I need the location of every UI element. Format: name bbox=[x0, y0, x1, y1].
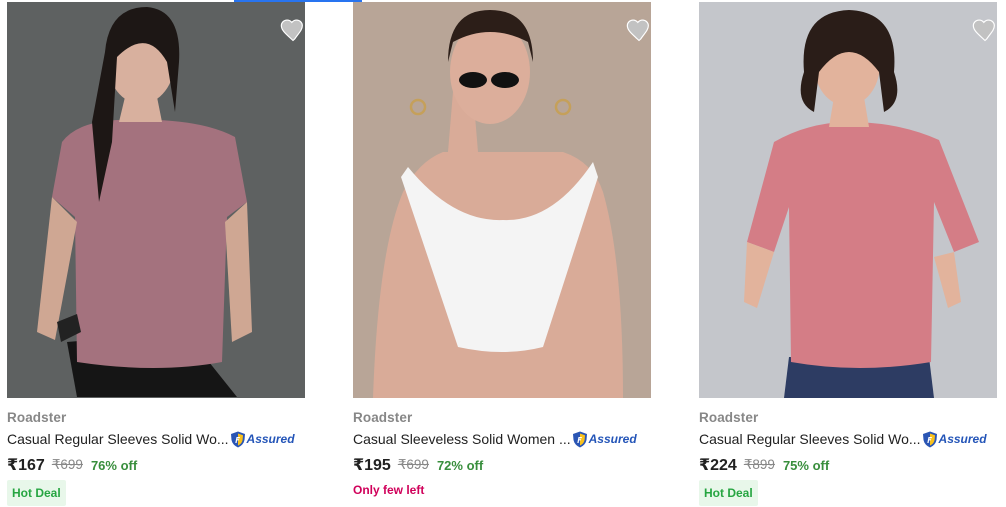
selling-price: ₹195 bbox=[353, 457, 391, 474]
product-card[interactable]: Roadster Casual Sleeveless Solid Women .… bbox=[353, 0, 653, 507]
heart-icon[interactable] bbox=[625, 16, 653, 44]
hot-deal-badge: Hot Deal bbox=[7, 480, 66, 506]
product-card[interactable]: Roadster Casual Regular Sleeves Solid Wo… bbox=[7, 0, 307, 507]
assured-shield-icon bbox=[922, 431, 937, 447]
original-price: ₹699 bbox=[51, 457, 83, 472]
hot-deal-badge: Hot Deal bbox=[699, 480, 758, 506]
assured-shield-icon bbox=[572, 431, 587, 447]
price-row: ₹195 ₹699 72% off bbox=[353, 455, 483, 475]
assured-badge: Assured bbox=[572, 430, 637, 448]
price-row: ₹224 ₹899 75% off bbox=[699, 455, 829, 475]
product-image[interactable] bbox=[353, 2, 651, 398]
product-grid: Roadster Casual Regular Sleeves Solid Wo… bbox=[0, 0, 1006, 507]
assured-badge: Assured bbox=[922, 430, 987, 448]
title-row: Casual Regular Sleeves Solid Wo... Assur… bbox=[7, 430, 295, 448]
title-row: Casual Regular Sleeves Solid Wo... Assur… bbox=[699, 430, 987, 448]
product-title[interactable]: Casual Regular Sleeves Solid Wo... bbox=[7, 431, 229, 447]
heart-icon[interactable] bbox=[971, 16, 999, 44]
product-title[interactable]: Casual Regular Sleeves Solid Wo... bbox=[699, 431, 921, 447]
assured-shield-icon bbox=[230, 431, 245, 447]
title-row: Casual Sleeveless Solid Women ... Assure… bbox=[353, 430, 637, 448]
assured-label: Assured bbox=[588, 432, 637, 446]
price-row: ₹167 ₹699 76% off bbox=[7, 455, 137, 475]
assured-label: Assured bbox=[246, 432, 295, 446]
heart-icon[interactable] bbox=[279, 16, 307, 44]
product-card[interactable]: Roadster Casual Regular Sleeves Solid Wo… bbox=[699, 0, 999, 507]
product-image[interactable] bbox=[699, 2, 997, 398]
discount-percent: 72% off bbox=[436, 457, 484, 473]
selling-price: ₹167 bbox=[7, 457, 45, 474]
product-image[interactable] bbox=[7, 2, 305, 398]
discount-percent: 75% off bbox=[782, 457, 830, 473]
selling-price: ₹224 bbox=[699, 457, 737, 474]
assured-badge: Assured bbox=[230, 430, 295, 448]
low-stock-note: Only few left bbox=[353, 483, 425, 497]
discount-percent: 76% off bbox=[90, 457, 138, 473]
assured-label: Assured bbox=[938, 432, 987, 446]
brand-name: Roadster bbox=[353, 410, 413, 425]
brand-name: Roadster bbox=[699, 410, 759, 425]
original-price: ₹699 bbox=[397, 457, 429, 472]
original-price: ₹899 bbox=[743, 457, 775, 472]
product-title[interactable]: Casual Sleeveless Solid Women ... bbox=[353, 431, 571, 447]
brand-name: Roadster bbox=[7, 410, 67, 425]
